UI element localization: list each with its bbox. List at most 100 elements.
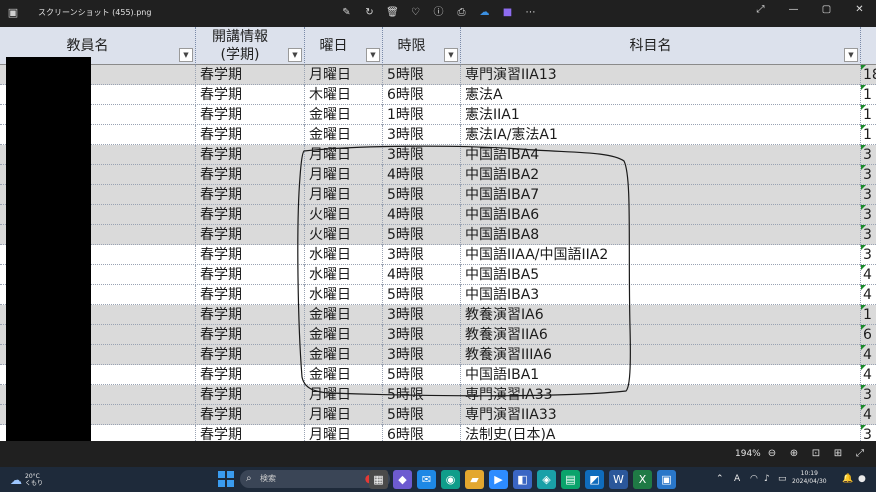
expand-icon[interactable]: ⤢ — [744, 0, 777, 20]
header-period: 時限 ▼ — [383, 27, 461, 65]
table-row: 春学期 金曜日 5時限 中国語IBA1 4 — [0, 365, 876, 385]
copilot-tray-icon[interactable]: ● — [858, 473, 866, 485]
cell-subject-text: 専門演習IIA13 — [465, 67, 557, 83]
chevron-up-icon[interactable]: ⌃ — [716, 473, 724, 485]
cell-subject: 憲法IA/憲法A1 — [461, 125, 861, 145]
cell-extra: 1 — [861, 305, 876, 325]
clock-date: 2024/04/30 — [792, 478, 827, 485]
cell-day-text: 月曜日 — [309, 187, 351, 203]
taskbar-apps: ▦ ◆ ✉ ◉ ▰ ▶ ◧ ◈ ▤ ◩ W X ▣ — [369, 470, 676, 490]
filter-dropdown-icon[interactable]: ▼ — [366, 48, 380, 62]
cell-day-text: 火曜日 — [309, 207, 351, 223]
task-view-icon[interactable]: ▦ — [369, 470, 388, 489]
cell-subject-text: 教養演習IIIA6 — [465, 347, 552, 363]
maximize-icon[interactable]: ▢ — [810, 0, 843, 20]
notification-bell-icon[interactable]: 🔔 — [842, 473, 853, 485]
cell-comment-marker — [861, 165, 866, 170]
word-icon[interactable]: W — [609, 470, 628, 489]
filter-dropdown-icon[interactable]: ▼ — [444, 48, 458, 62]
cell-day: 月曜日 — [305, 65, 383, 85]
cell-extra: 1 — [861, 85, 876, 105]
battery-icon[interactable]: ▭ — [778, 473, 787, 485]
cloud-icon: ☁ — [10, 473, 22, 487]
rotate-icon[interactable]: ↻ — [361, 4, 378, 22]
edge-icon[interactable]: ◉ — [441, 470, 460, 489]
cell-period: 3時限 — [383, 325, 461, 345]
search-icon: ⌕ — [246, 473, 252, 484]
volume-icon[interactable]: ♪ — [764, 473, 770, 485]
weather-widget[interactable]: ☁ 20°C くもり — [10, 469, 43, 491]
filter-dropdown-icon[interactable]: ▼ — [179, 48, 193, 62]
cloud-icon[interactable]: ☁ — [476, 4, 493, 22]
cell-day: 火曜日 — [305, 225, 383, 245]
excel-icon[interactable]: X — [633, 470, 652, 489]
cell-day: 金曜日 — [305, 345, 383, 365]
wifi-icon[interactable]: ◠ — [750, 473, 758, 485]
cell-term: 春学期 — [196, 125, 305, 145]
cell-comment-marker — [861, 65, 866, 70]
cell-term-text: 春学期 — [200, 67, 242, 83]
header-subject: 科目名 ▼ — [461, 27, 861, 65]
cell-period-text: 3時限 — [387, 127, 424, 143]
cell-subject-text: 法制史(日本)A — [465, 427, 556, 441]
delete-icon[interactable]: 🗑 — [384, 4, 401, 22]
cell-day: 金曜日 — [305, 365, 383, 385]
mail-icon[interactable]: ✉ — [417, 470, 436, 489]
cell-day-text: 火曜日 — [309, 227, 351, 243]
windows-logo-icon — [227, 471, 234, 478]
photos-icon[interactable]: ◧ — [513, 470, 532, 489]
cell-comment-marker — [861, 205, 866, 210]
print-icon[interactable]: ⎙ — [453, 4, 470, 22]
notes-icon[interactable]: ▤ — [561, 470, 580, 489]
fullscreen-icon[interactable]: ⤢ — [852, 446, 868, 462]
zoom-in-icon[interactable]: ⊕ — [786, 446, 802, 462]
minimize-icon[interactable]: — — [777, 0, 810, 20]
cell-term: 春学期 — [196, 145, 305, 165]
edit-icon[interactable]: ✎ — [338, 4, 355, 22]
actual-size-icon[interactable]: ⊞ — [830, 446, 846, 462]
cell-subject-text: 専門演習IIA33 — [465, 407, 557, 423]
cell-term-text: 春学期 — [200, 187, 242, 203]
clipchamp-icon[interactable]: ◈ — [537, 470, 556, 489]
info-icon[interactable]: ⓘ — [430, 4, 447, 22]
cell-period: 5時限 — [383, 385, 461, 405]
clock[interactable]: 10:19 2024/04/30 — [792, 470, 827, 486]
header-day: 曜日 ▼ — [305, 27, 383, 65]
filter-dropdown-icon[interactable]: ▼ — [288, 48, 302, 62]
cell-period: 5時限 — [383, 285, 461, 305]
start-button[interactable] — [218, 471, 234, 487]
image-viewport[interactable]: 教員名 ▼ 開講情報 (学期) ▼ 曜日 ▼ 時限 ▼ 科目名 ▼ 春学期 月曜日… — [0, 27, 876, 441]
viewer-toolbar: ✎ ↻ 🗑 ♡ ⓘ ⎙ ☁ ■ ⋯ — [338, 4, 539, 22]
fit-window-icon[interactable]: ⊡ — [808, 446, 824, 462]
cell-day-text: 金曜日 — [309, 327, 351, 343]
cell-subject: 中国語IBA8 — [461, 225, 861, 245]
windows-logo-icon — [218, 471, 225, 478]
zoom-out-icon[interactable]: ⊖ — [764, 446, 780, 462]
cell-period-text: 5時限 — [387, 227, 424, 243]
heart-icon[interactable]: ♡ — [407, 4, 424, 22]
zoom-icon[interactable]: ▶ — [489, 470, 508, 489]
close-icon[interactable]: ✕ — [843, 0, 876, 20]
cell-term: 春学期 — [196, 85, 305, 105]
photos-viewer-icon[interactable]: ▣ — [657, 470, 676, 489]
cell-day-text: 金曜日 — [309, 367, 351, 383]
weather-temp: 20°C — [25, 473, 40, 480]
taskbar-search[interactable]: ⌕ 検索 ●● — [240, 470, 390, 488]
outlook-icon[interactable]: ◩ — [585, 470, 604, 489]
cell-extra: 3 — [861, 425, 876, 441]
table-row: 春学期 月曜日 4時限 中国語IBA2 3 — [0, 165, 876, 185]
copilot-icon[interactable]: ◆ — [393, 470, 412, 489]
system-tray: ⌃ A ◠ ♪ ▭ 10:19 2024/04/30 🔔 ● — [706, 467, 876, 492]
header-term: 開講情報 (学期) ▼ — [196, 27, 305, 65]
cell-comment-marker — [861, 185, 866, 190]
file-explorer-icon[interactable]: ▰ — [465, 470, 484, 489]
clipchamp-icon[interactable]: ■ — [499, 4, 516, 22]
cell-period-text: 6時限 — [387, 87, 424, 103]
cell-subject-text: 憲法IIA1 — [465, 107, 520, 123]
cell-period-text: 5時限 — [387, 187, 424, 203]
more-icon[interactable]: ⋯ — [522, 4, 539, 22]
ime-indicator[interactable]: A — [734, 473, 740, 485]
filter-dropdown-icon[interactable]: ▼ — [844, 48, 858, 62]
cell-period: 6時限 — [383, 425, 461, 441]
cell-comment-marker — [861, 125, 866, 130]
